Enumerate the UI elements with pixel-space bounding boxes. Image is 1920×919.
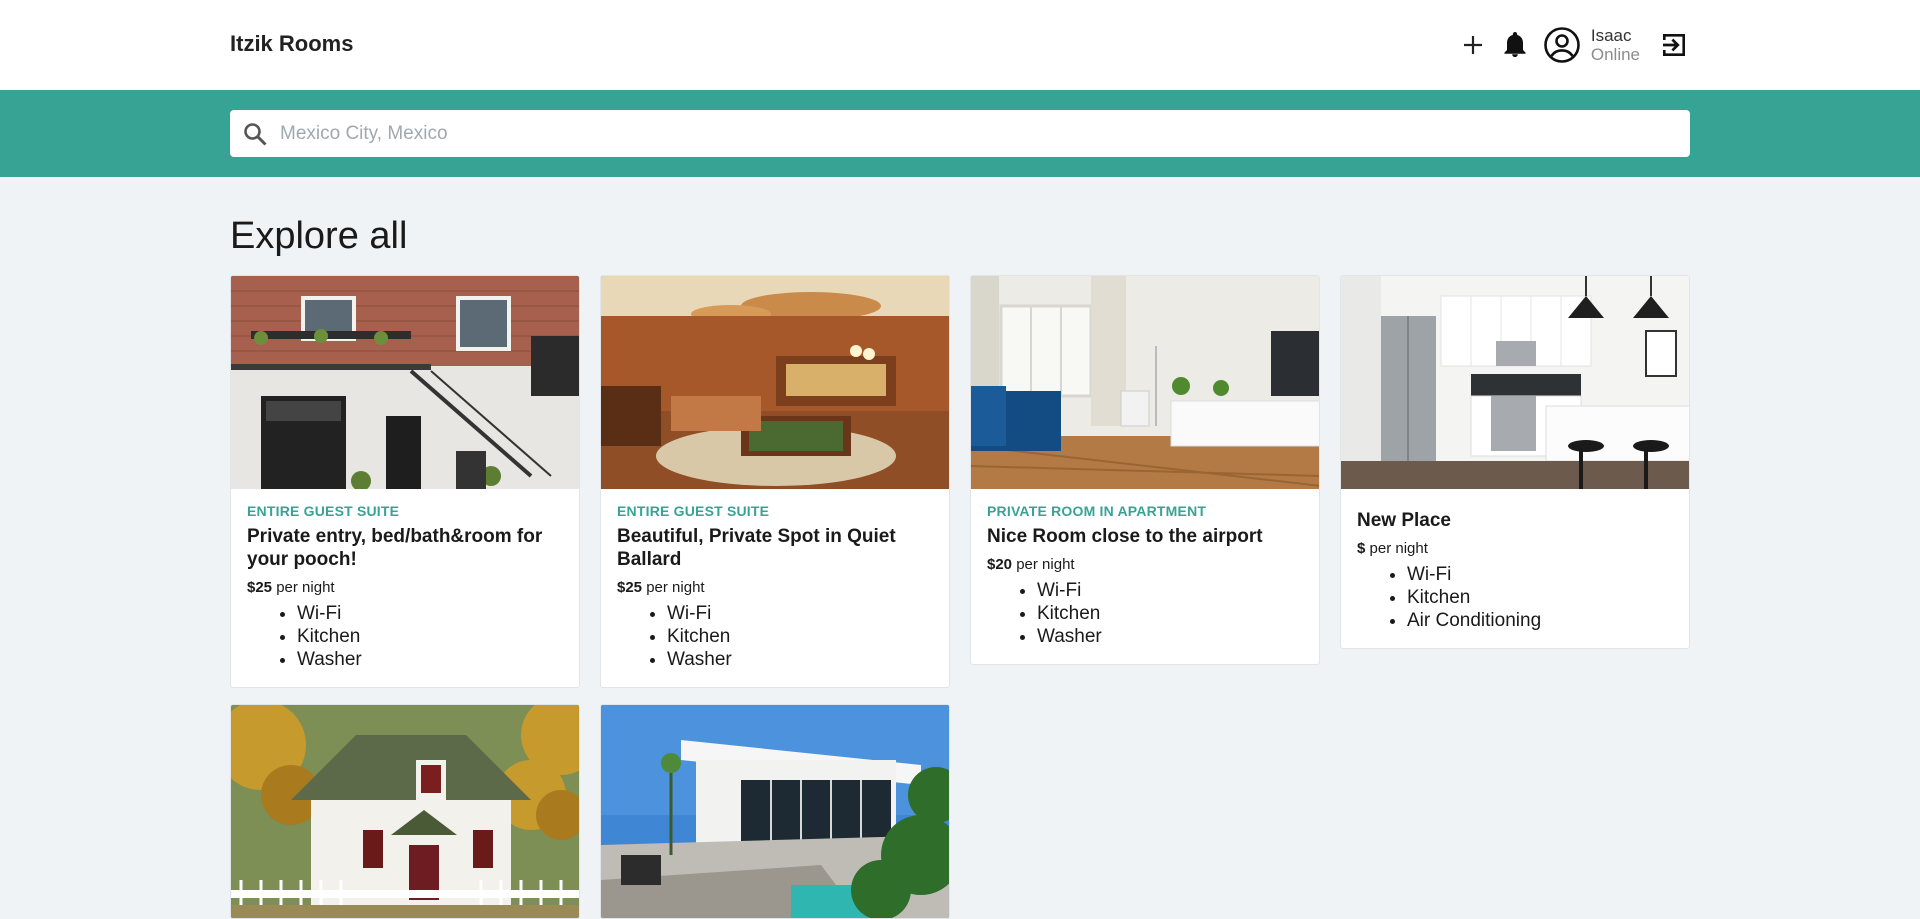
listing-photo[interactable] [1341, 276, 1689, 489]
logout-button[interactable] [1658, 29, 1690, 61]
listing-title[interactable]: Beautiful, Private Spot in Quiet Ballard [617, 525, 933, 571]
listing-title[interactable]: New Place [1357, 509, 1673, 532]
amenities-list: Wi-Fi Kitchen Washer [247, 602, 563, 671]
listing-price: $ per night [1357, 540, 1673, 557]
listing-price: $25 per night [247, 579, 563, 596]
listing-card[interactable] [600, 704, 950, 919]
listing-photo[interactable] [601, 276, 949, 489]
listing-title[interactable]: Nice Room close to the airport [987, 525, 1303, 548]
listing-type: ENTIRE GUEST SUITE [247, 503, 400, 519]
amenity-item: Washer [667, 648, 933, 671]
amenities-list: Wi-Fi Kitchen Washer [987, 579, 1303, 648]
listing-card[interactable]: ENTIRE GUEST SUITE Private entry, bed/ba… [230, 275, 580, 688]
amenity-item: Wi-Fi [667, 602, 933, 625]
account-circle-icon [1544, 27, 1580, 63]
price-unit: per night [276, 579, 335, 596]
amenity-item: Wi-Fi [297, 602, 563, 625]
price-amount: $20 [987, 556, 1013, 573]
amenity-item: Air Conditioning [1407, 609, 1673, 632]
listing-photo[interactable] [971, 276, 1319, 489]
add-listing-button[interactable] [1457, 29, 1489, 61]
amenity-item: Kitchen [1407, 586, 1673, 609]
price-unit: per night [1369, 540, 1428, 557]
price-unit: per night [646, 579, 705, 596]
listing-card[interactable]: PRIVATE ROOM IN APARTMENT Nice Room clos… [970, 275, 1320, 665]
listing-card[interactable] [230, 704, 580, 919]
amenity-item: Washer [1037, 625, 1303, 648]
listing-price: $25 per night [617, 579, 933, 596]
listing-type: ENTIRE GUEST SUITE [617, 503, 770, 519]
search-input[interactable] [280, 122, 1640, 145]
page-title: Explore all [230, 215, 408, 257]
bell-icon [1504, 32, 1526, 57]
listing-type: PRIVATE ROOM IN APARTMENT [987, 503, 1207, 519]
price-unit: per night [1016, 556, 1075, 573]
search-box[interactable] [230, 110, 1690, 157]
listing-photo[interactable] [231, 276, 579, 489]
listing-price: $20 per night [987, 556, 1303, 573]
brand-logo[interactable]: Itzik Rooms [230, 31, 353, 57]
listings-grid: ENTIRE GUEST SUITE Private entry, bed/ba… [230, 275, 1690, 919]
listing-title[interactable]: Private entry, bed/bath&room for your po… [247, 525, 563, 571]
search-icon [244, 122, 267, 146]
amenity-item: Washer [297, 648, 563, 671]
listing-card[interactable]: ENTIRE GUEST SUITE Beautiful, Private Sp… [600, 275, 950, 688]
amenity-item: Kitchen [1037, 602, 1303, 625]
user-name: Isaac [1590, 26, 1632, 45]
search-band [0, 90, 1920, 177]
logout-icon [1663, 34, 1685, 56]
user-status: Online [1590, 45, 1640, 64]
amenity-item: Wi-Fi [1407, 563, 1673, 586]
header-actions: Isaac Online [1457, 24, 1690, 66]
listing-photo[interactable] [231, 705, 579, 918]
price-amount: $ [1357, 540, 1366, 557]
top-bar: Itzik Rooms Isaac Online [0, 0, 1920, 90]
user-menu[interactable]: Isaac Online [1543, 26, 1640, 64]
main-content: Explore all ENTIRE GUEST SUITE Private e… [230, 177, 1690, 919]
listing-card[interactable]: New Place $ per night Wi-Fi Kitchen Air … [1340, 275, 1690, 649]
notifications-button[interactable] [1499, 29, 1531, 61]
listing-photo[interactable] [601, 705, 949, 918]
add-icon [1463, 36, 1482, 54]
price-amount: $25 [617, 579, 643, 596]
amenity-item: Kitchen [667, 625, 933, 648]
amenity-item: Wi-Fi [1037, 579, 1303, 602]
price-amount: $25 [247, 579, 273, 596]
amenities-list: Wi-Fi Kitchen Air Conditioning [1357, 563, 1673, 632]
amenity-item: Kitchen [297, 625, 563, 648]
amenities-list: Wi-Fi Kitchen Washer [617, 602, 933, 671]
